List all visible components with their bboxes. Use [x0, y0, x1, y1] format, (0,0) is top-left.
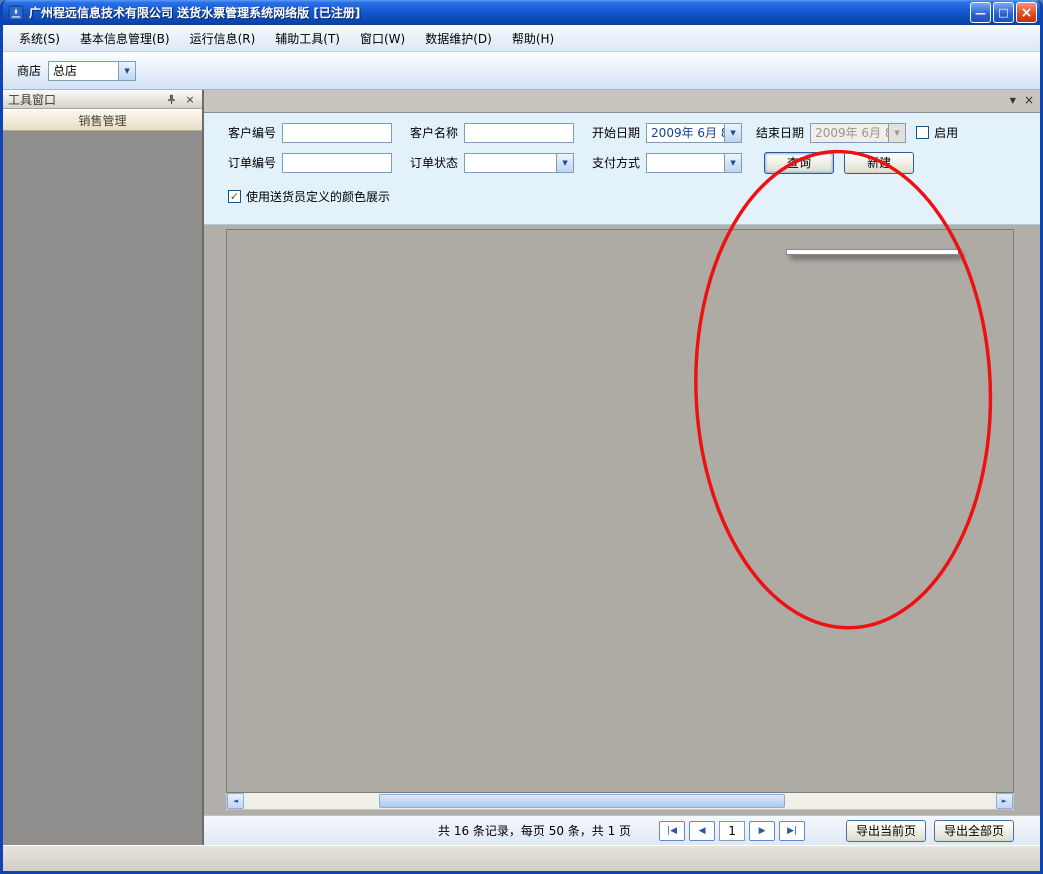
order-grid [226, 229, 1014, 793]
chevron-down-icon: ▼ [118, 62, 135, 80]
next-page-button[interactable]: ▶ [749, 821, 775, 841]
customer-name-label: 客户名称 [410, 124, 458, 141]
chevron-down-icon: ▼ [888, 124, 905, 142]
prev-page-button[interactable]: ◀ [689, 821, 715, 841]
order-status-select[interactable]: ▼ [464, 153, 574, 173]
enable-date-checkbox[interactable]: 启用 [916, 124, 958, 141]
tab-close-icon[interactable]: × [1024, 93, 1034, 107]
scrollbar-track[interactable] [244, 793, 996, 809]
record-summary: 共 16 条记录，每页 50 条，共 1 页 [438, 822, 631, 839]
deliveryman-color-checkbox[interactable]: ✓ 使用送货员定义的颜色展示 [228, 188, 390, 205]
order-no-input[interactable] [282, 153, 392, 173]
tab-list-dropdown-icon[interactable]: ▼ [1010, 96, 1016, 105]
page-number-input[interactable]: 1 [719, 821, 745, 841]
app-icon [8, 5, 24, 21]
export-all-pages-button[interactable]: 导出全部页 [934, 820, 1014, 842]
customer-no-input[interactable] [282, 123, 392, 143]
enable-label: 启用 [934, 124, 958, 141]
menu-item[interactable]: 运行信息(R) [180, 26, 266, 51]
end-date-picker[interactable]: 2009年 6月 8日 ▼ [810, 123, 906, 143]
menu-item[interactable]: 基本信息管理(B) [70, 26, 180, 51]
sidebar-items [3, 131, 202, 845]
close-button[interactable]: × [1016, 2, 1037, 23]
last-page-button[interactable]: ▶| [779, 821, 805, 841]
sidebar: 工具窗口 × 销售管理 [3, 90, 204, 845]
tab-bar: ▼ × [204, 90, 1040, 113]
menu-item[interactable]: 窗口(W) [350, 26, 415, 51]
title-bar: 广州程远信息技术有限公司 送货水票管理系统网络版 [已注册] — □ × [3, 0, 1040, 25]
pagination-bar: 共 16 条记录，每页 50 条，共 1 页 |◀ ◀ 1 ▶ ▶| 导出当前页… [204, 815, 1040, 845]
checkbox-check-icon: ✓ [228, 190, 241, 203]
menu-item[interactable]: 辅助工具(T) [265, 26, 350, 51]
start-date-label: 开始日期 [592, 124, 640, 141]
menu-item[interactable]: 数据维护(D) [415, 26, 502, 51]
window-title: 广州程远信息技术有限公司 送货水票管理系统网络版 [已注册] [29, 4, 970, 21]
end-date-value: 2009年 6月 8日 [811, 124, 888, 141]
end-date-label: 结束日期 [756, 124, 804, 141]
start-date-picker[interactable]: 2009年 6月 8日 ▼ [646, 123, 742, 143]
tool-window-title: 工具窗口 [8, 91, 164, 108]
sidebar-group-sales[interactable]: 销售管理 [3, 109, 202, 131]
scrollbar-thumb[interactable] [379, 794, 785, 808]
pay-method-select[interactable]: ▼ [646, 153, 742, 173]
deliveryman-color-label: 使用送货员定义的颜色展示 [246, 188, 390, 205]
status-bar [3, 845, 1040, 871]
menu-bar: 系统(S)基本信息管理(B)运行信息(R)辅助工具(T)窗口(W)数据维护(D)… [3, 25, 1040, 52]
chevron-down-icon: ▼ [724, 154, 741, 172]
checkbox-box [916, 126, 929, 139]
chevron-down-icon: ▼ [724, 124, 741, 142]
toolbar: 商店 总店 ▼ [3, 52, 1040, 90]
order-no-label: 订单编号 [228, 154, 276, 171]
customer-no-label: 客户编号 [228, 124, 276, 141]
horizontal-scrollbar[interactable]: ◄ ► [226, 793, 1014, 810]
window-controls: — □ × [970, 2, 1037, 23]
start-date-value: 2009年 6月 8日 [647, 124, 724, 141]
order-status-label: 订单状态 [410, 154, 458, 171]
sidebar-close-icon[interactable]: × [183, 92, 197, 106]
filter-panel: 客户编号 客户名称 开始日期 2009年 6月 8日 ▼ 结束日期 2009年 … [204, 113, 1040, 225]
main-area: 工具窗口 × 销售管理 ▼ × [3, 90, 1040, 845]
pay-method-label: 支付方式 [592, 154, 640, 171]
maximize-button[interactable]: □ [993, 2, 1014, 23]
shop-area: 商店 总店 ▼ [17, 61, 136, 81]
pin-icon[interactable] [164, 92, 178, 106]
shop-label: 商店 [17, 62, 41, 79]
menu-item[interactable]: 系统(S) [9, 26, 70, 51]
new-button[interactable]: 新建 [844, 152, 914, 174]
chevron-down-icon: ▼ [556, 154, 573, 172]
content-area: ▼ × 客户编号 客户名称 开始日期 2009年 6月 8日 ▼ 结束日期 [204, 90, 1040, 845]
first-page-button[interactable]: |◀ [659, 821, 685, 841]
query-button[interactable]: 查询 [764, 152, 834, 174]
export-current-page-button[interactable]: 导出当前页 [846, 820, 926, 842]
shop-select[interactable]: 总店 ▼ [48, 61, 136, 81]
shop-select-value: 总店 [49, 62, 118, 79]
context-menu [786, 249, 959, 255]
customer-name-input[interactable] [464, 123, 574, 143]
scroll-right-icon[interactable]: ► [996, 793, 1013, 809]
minimize-button[interactable]: — [970, 2, 991, 23]
menu-item[interactable]: 帮助(H) [502, 26, 564, 51]
scroll-left-icon[interactable]: ◄ [227, 793, 244, 809]
tool-window-caption: 工具窗口 × [3, 90, 202, 109]
app-window: 广州程远信息技术有限公司 送货水票管理系统网络版 [已注册] — □ × 系统(… [0, 0, 1043, 874]
